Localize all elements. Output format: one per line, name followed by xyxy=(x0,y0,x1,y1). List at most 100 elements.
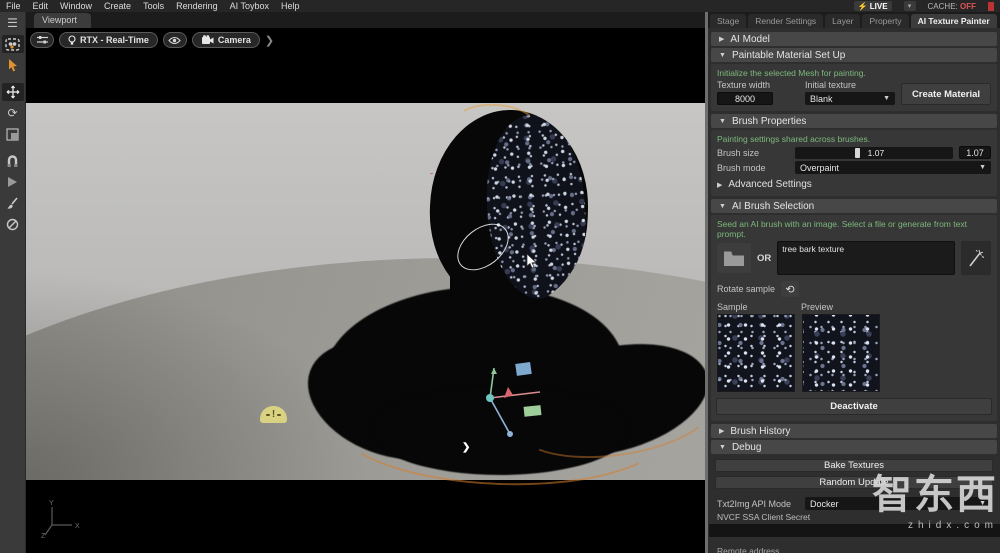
random-update-button[interactable]: Random Update xyxy=(715,476,993,489)
menu-edit[interactable]: Edit xyxy=(33,1,49,11)
tab-property[interactable]: Property xyxy=(862,14,908,28)
paintable-hint: Initialize the selected Mesh for paintin… xyxy=(717,68,991,78)
cache-status: CACHE: OFF xyxy=(928,2,976,11)
bake-textures-button[interactable]: Bake Textures xyxy=(715,459,993,472)
menu-rendering[interactable]: Rendering xyxy=(176,1,218,11)
open-file-button[interactable] xyxy=(717,243,751,273)
viewport-3d[interactable]: RTX - Real-Time Camera ❯ xyxy=(26,28,705,553)
viewport-tab[interactable]: Viewport xyxy=(34,13,91,28)
live-button[interactable]: ⚡ LIVE xyxy=(854,1,892,11)
sliders-icon xyxy=(36,35,49,45)
expand-arrow-icon: ▼ xyxy=(719,52,726,59)
renderer-button[interactable]: RTX - Real-Time xyxy=(59,32,158,48)
brush-history-title: Brush History xyxy=(730,426,790,437)
brush-properties-body: Painting settings shared across brushes.… xyxy=(711,130,997,196)
snap-tool-icon[interactable] xyxy=(2,152,24,170)
axis-z-label: Z xyxy=(41,533,46,539)
ai-brush-body: Seed an AI brush with an image. Select a… xyxy=(711,215,997,421)
debug-body: Bake Textures Random Update Txt2Img API … xyxy=(711,456,997,553)
expand-arrow-icon: ▼ xyxy=(719,444,726,451)
brush-mode-dropdown[interactable]: Overpaint ▼ xyxy=(795,161,991,174)
brush-size-input[interactable] xyxy=(959,146,991,159)
viewport-tabstrip: Viewport xyxy=(26,12,705,28)
create-material-button[interactable]: Create Material xyxy=(901,83,991,105)
slider-handle[interactable] xyxy=(855,148,860,158)
advanced-settings-toggle[interactable]: Advanced Settings xyxy=(728,179,811,190)
warn-exclamation: ! xyxy=(272,409,275,420)
camera-icon xyxy=(201,35,214,45)
section-ai-model[interactable]: ▶ AI Model xyxy=(711,32,997,46)
api-mode-dropdown[interactable]: Docker ▼ xyxy=(805,497,991,510)
menu-ai-toybox[interactable]: AI Toybox xyxy=(230,1,269,11)
initial-texture-dropdown[interactable]: Blank ▼ xyxy=(805,92,895,105)
menu-bar: File Edit Window Create Tools Rendering … xyxy=(0,0,1000,12)
texture-width-label: Texture width xyxy=(717,80,773,90)
scale-tool-icon[interactable] xyxy=(2,125,24,143)
dropdown-caret-icon: ▼ xyxy=(979,500,986,507)
tab-layer[interactable]: Layer xyxy=(825,14,860,28)
brush-hint: Painting settings shared across brushes. xyxy=(717,134,991,144)
preview-label: Preview xyxy=(801,302,833,312)
warn-dash-left xyxy=(266,414,270,416)
camera-button[interactable]: Camera xyxy=(192,32,260,48)
brush-size-inline-value: 1.07 xyxy=(868,148,885,158)
menu-create[interactable]: Create xyxy=(104,1,131,11)
folder-icon xyxy=(723,250,745,267)
text-prompt-input[interactable]: tree bark texture xyxy=(777,241,955,275)
renderer-label: RTX - Real-Time xyxy=(80,35,149,45)
cache-label: CACHE: xyxy=(928,2,958,11)
dropdown-caret-icon: ▼ xyxy=(979,164,986,171)
record-indicator xyxy=(988,2,994,11)
rotate-sample-button[interactable]: ⟲ xyxy=(781,281,799,297)
menu-window[interactable]: Window xyxy=(60,1,92,11)
brush-size-slider[interactable]: 1.07 xyxy=(795,147,953,159)
preview-thumbnail xyxy=(802,314,880,392)
deactivate-button[interactable]: Deactivate xyxy=(716,398,992,415)
viewport-settings-button[interactable] xyxy=(30,32,54,48)
menu-file[interactable]: File xyxy=(6,1,21,11)
expand-arrow-icon: ▼ xyxy=(719,118,726,125)
select-tool-icon[interactable] xyxy=(2,56,24,74)
paintable-material-body: Initialize the selected Mesh for paintin… xyxy=(711,64,997,111)
menu-help[interactable]: Help xyxy=(281,1,300,11)
lightning-icon: ⚡ xyxy=(858,2,868,11)
section-ai-brush-selection[interactable]: ▼ AI Brush Selection xyxy=(711,199,997,213)
rotate-tool-icon[interactable]: ⟳ xyxy=(2,104,24,122)
texture-width-input[interactable] xyxy=(717,92,773,105)
visibility-button[interactable] xyxy=(163,32,187,48)
dropdown-caret-icon: ▼ xyxy=(883,95,890,102)
client-secret-input[interactable] xyxy=(709,524,1000,537)
menu-tools[interactable]: Tools xyxy=(143,1,164,11)
paint-brush-tool-icon[interactable] xyxy=(2,194,24,212)
ai-brush-title: AI Brush Selection xyxy=(732,201,814,212)
left-toolbar: ☰ ⟳ xyxy=(0,12,26,553)
section-brush-history[interactable]: ▶ Brush History xyxy=(711,424,997,438)
paintable-title: Paintable Material Set Up xyxy=(732,50,845,61)
api-mode-label: Txt2Img API Mode xyxy=(717,499,799,509)
toolbar-menu-icon[interactable]: ☰ xyxy=(2,14,24,32)
disable-tool-icon[interactable] xyxy=(2,215,24,233)
section-paintable-material[interactable]: ▼ Paintable Material Set Up xyxy=(711,48,997,62)
play-button-icon[interactable] xyxy=(2,173,24,191)
seed-hint: Seed an AI brush with an image. Select a… xyxy=(717,219,991,239)
section-debug[interactable]: ▼ Debug xyxy=(711,440,997,454)
tab-stage[interactable]: Stage xyxy=(710,14,746,28)
mouse-cursor-icon xyxy=(526,253,538,269)
selection-mode-icon[interactable] xyxy=(2,35,24,53)
section-brush-properties[interactable]: ▼ Brush Properties xyxy=(711,114,997,128)
move-tool-icon[interactable] xyxy=(2,83,24,101)
collapse-arrow-icon: ▶ xyxy=(717,181,722,189)
toolbar-expand-chevron[interactable]: ❯ xyxy=(265,34,274,47)
or-label: OR xyxy=(757,253,771,264)
debug-title: Debug xyxy=(732,442,761,453)
generate-button[interactable] xyxy=(961,241,991,275)
axis-y-label: Y xyxy=(49,500,54,507)
sample-thumbnail xyxy=(717,314,795,392)
lightbulb-icon xyxy=(68,35,76,46)
brush-mode-value: Overpaint xyxy=(800,163,839,173)
tab-ai-texture-painter[interactable]: AI Texture Painter xyxy=(911,14,997,28)
magic-wand-icon xyxy=(967,248,985,268)
live-dropdown-caret[interactable]: ▾ xyxy=(904,1,916,11)
tab-render-settings[interactable]: Render Settings xyxy=(748,14,823,28)
expand-arrow-icon: ▼ xyxy=(719,203,726,210)
